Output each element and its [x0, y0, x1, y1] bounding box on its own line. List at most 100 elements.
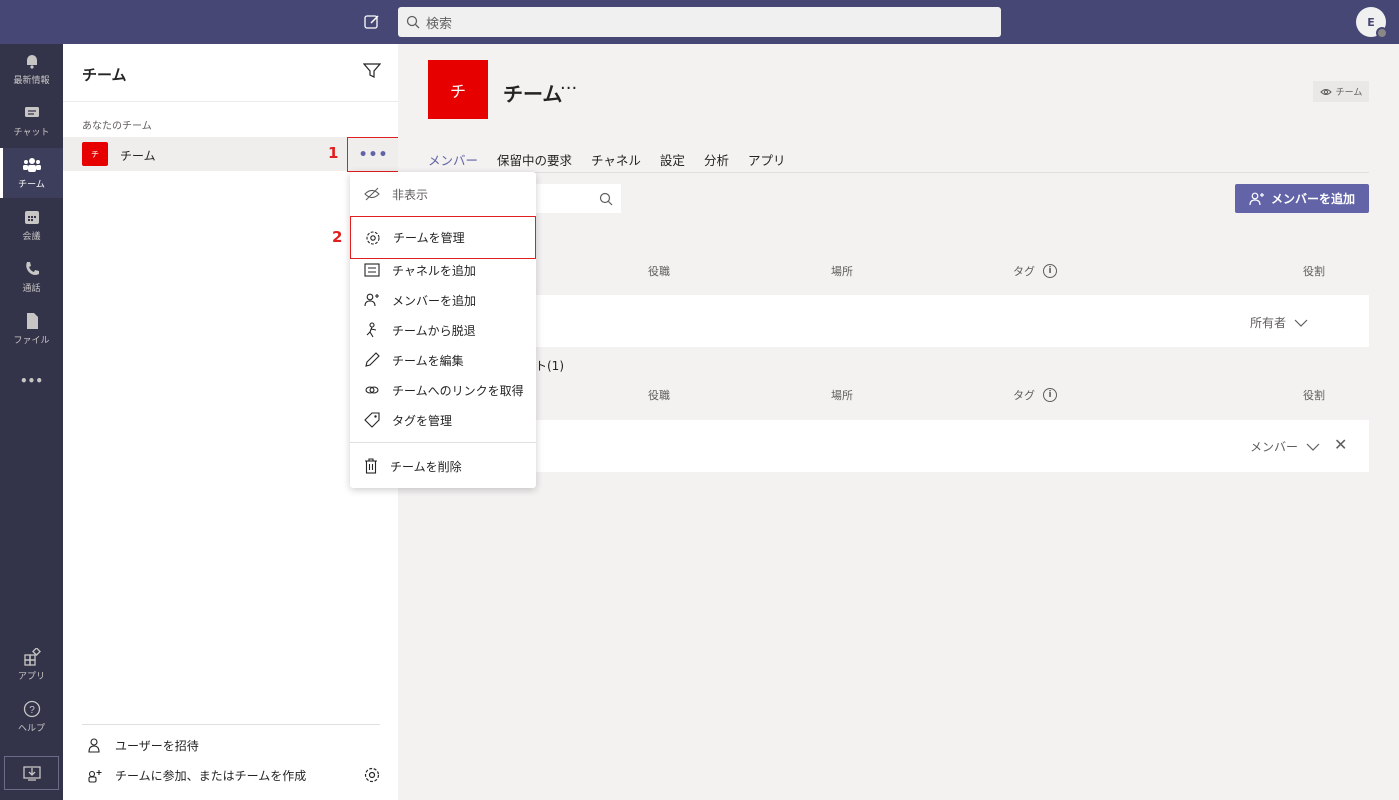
menu-item-leave-team[interactable]: チームから脱退 [350, 315, 536, 345]
col-location: 場所 [831, 265, 853, 278]
table-row[interactable]: 所有者 [428, 295, 1369, 347]
role-value: メンバー [1250, 440, 1299, 454]
add-person-icon [1249, 192, 1264, 205]
rail-label-files: ファイル [13, 336, 50, 346]
panel-title: チーム [82, 66, 127, 84]
presence-status-icon [1376, 27, 1388, 39]
join-create-team-label: チームに参加、またはチームを作成 [115, 769, 307, 783]
menu-item-get-link[interactable]: チームへのリンクを取得 [350, 375, 536, 405]
members-section-label: ト(1) [535, 359, 564, 373]
team-name: チーム [120, 149, 156, 163]
col-title: 役職 [648, 265, 670, 278]
col-tags-label: タグ [1013, 265, 1035, 278]
tabs-divider [428, 172, 1369, 173]
remove-member-icon[interactable]: ✕ [1334, 435, 1347, 454]
menu-item-label: チームを管理 [393, 231, 465, 245]
filter-icon[interactable] [362, 63, 382, 82]
hide-icon [364, 187, 380, 201]
info-icon[interactable]: i [1043, 264, 1057, 278]
table-row[interactable]: メンバー [428, 420, 1369, 472]
menu-item-label: タグを管理 [392, 413, 453, 428]
team-list-item[interactable]: チ チーム ••• [63, 137, 400, 172]
team-large-avatar: チ [428, 60, 488, 119]
role-value: 所有者 [1250, 316, 1287, 330]
col-title: 役職 [648, 389, 670, 402]
menu-item-label: チームを編集 [392, 353, 464, 368]
col-role: 役割 [1303, 265, 1325, 278]
rail-item-help[interactable]: ? ヘルプ [0, 692, 63, 742]
menu-item-hide[interactable]: 非表示 [350, 179, 536, 209]
trash-icon [365, 458, 377, 474]
gear-icon [366, 230, 380, 245]
col-tags: タグ i [1013, 263, 1057, 279]
rail-label-calls: 通話 [22, 284, 41, 294]
invite-user-icon [88, 737, 100, 753]
rail-item-meetings[interactable]: 会議 [0, 200, 63, 250]
menu-item-manage-tags[interactable]: タグを管理 [350, 405, 536, 435]
menu-item-label: 非表示 [392, 187, 429, 202]
bell-icon [26, 55, 37, 69]
role-dropdown[interactable]: 所有者 [1250, 314, 1308, 331]
your-teams-label: あなたのチーム [82, 121, 152, 132]
chevron-down-icon [1306, 443, 1320, 451]
chat-icon [24, 107, 39, 117]
menu-item-label: メンバーを追加 [392, 293, 477, 308]
team-more-options-button[interactable]: ••• [347, 137, 400, 172]
search-placeholder: 検索 [426, 16, 453, 32]
teams-icon [22, 158, 41, 172]
col-location: 場所 [831, 389, 853, 402]
search-input[interactable]: 検索 [398, 7, 1001, 37]
file-icon [26, 313, 38, 329]
rail-item-chat[interactable]: チャット [0, 96, 63, 146]
menu-item-add-channel[interactable]: チャネルを追加 [350, 255, 536, 285]
invite-users-link[interactable]: ユーザーを招待 [87, 737, 199, 754]
search-icon [406, 15, 420, 29]
link-icon [365, 386, 379, 394]
menu-item-add-member[interactable]: メンバーを追加 [350, 285, 536, 315]
rail-item-apps[interactable]: アプリ [0, 640, 63, 690]
callout-number-2: 2 [332, 228, 343, 246]
add-person-icon [364, 293, 379, 307]
team-avatar: チ [82, 142, 108, 166]
tag-icon [364, 412, 380, 428]
download-app-button[interactable] [4, 756, 59, 790]
menu-item-delete-team[interactable]: チームを削除 [350, 451, 536, 481]
channel-icon [364, 263, 380, 277]
calendar-icon [24, 211, 39, 224]
callout-number-1: 1 [328, 144, 339, 162]
rail-item-more[interactable]: ••• [0, 356, 63, 406]
rail-item-activity[interactable]: 最新情報 [0, 44, 63, 94]
svg-text:?: ? [29, 705, 35, 716]
join-create-team-link[interactable]: チームに参加、またはチームを作成 [87, 767, 306, 784]
gear-icon[interactable] [363, 766, 381, 787]
chevron-down-icon [1294, 319, 1308, 327]
menu-item-label: チームから脱退 [392, 323, 476, 338]
rail-item-files[interactable]: ファイル [0, 304, 63, 354]
new-chat-icon[interactable] [362, 12, 382, 32]
top-bar: 検索 E [0, 0, 1399, 44]
app-rail: 最新情報 チャット チーム 会議 通話 ファイル ••• アプリ ? ヘルプ [0, 44, 63, 800]
rail-label-apps: アプリ [17, 672, 45, 682]
page-title: チーム [503, 82, 563, 106]
rail-label-activity: 最新情報 [13, 76, 50, 86]
rail-item-teams[interactable]: チーム [0, 148, 63, 198]
menu-item-edit-team[interactable]: チームを編集 [350, 345, 536, 375]
teams-panel: チーム あなたのチーム チ チーム ••• 1 2 ユーザーを招待 チームに参加… [63, 44, 400, 800]
download-icon [22, 766, 41, 781]
menu-item-label: チームへのリンクを取得 [392, 383, 524, 398]
rail-label-teams: チーム [18, 180, 45, 190]
menu-item-manage-team[interactable]: チームを管理 [350, 216, 536, 259]
join-team-icon [88, 769, 102, 783]
title-more-options-button[interactable]: ··· [560, 78, 577, 99]
rail-item-calls[interactable]: 通話 [0, 252, 63, 302]
col-role: 役割 [1303, 389, 1325, 402]
pencil-icon [365, 352, 380, 367]
avatar[interactable]: E [1356, 7, 1388, 39]
menu-divider [350, 442, 536, 443]
search-icon [599, 192, 613, 205]
phone-icon [25, 262, 39, 275]
eye-icon [1319, 88, 1332, 95]
add-member-button[interactable]: メンバーを追加 [1235, 184, 1369, 213]
role-dropdown[interactable]: メンバー [1250, 438, 1320, 455]
info-icon[interactable]: i [1043, 388, 1057, 402]
